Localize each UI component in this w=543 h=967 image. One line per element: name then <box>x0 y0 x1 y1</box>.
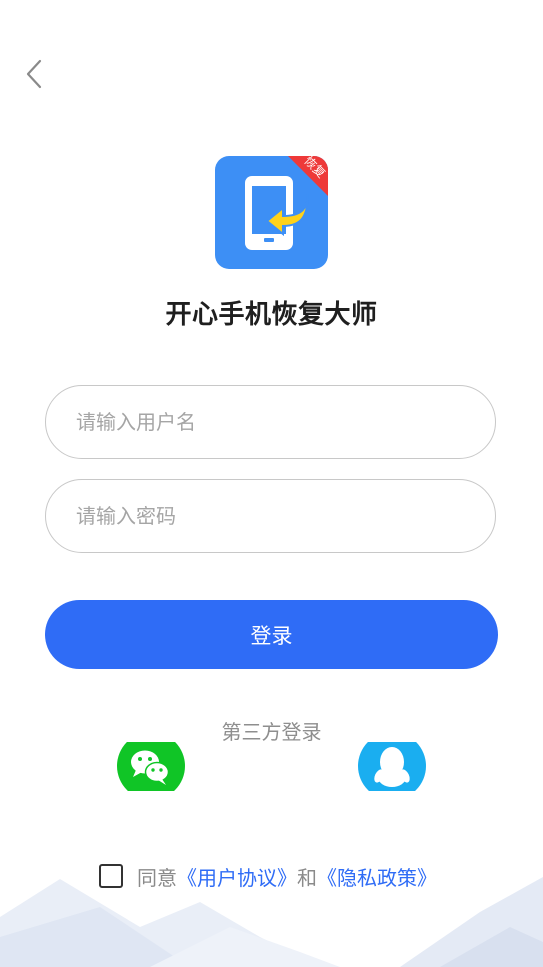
wechat-icon <box>131 750 170 785</box>
password-input[interactable] <box>76 480 466 552</box>
qq-login-button[interactable] <box>358 742 426 791</box>
wechat-login-button[interactable] <box>117 742 185 791</box>
agreement-row: 同意 《用户协议》 和 《隐私政策》 <box>99 861 437 891</box>
agree-conjunction: 和 <box>297 865 317 890</box>
phone-restore-icon: 恢复 <box>245 156 328 250</box>
password-field[interactable] <box>45 479 496 553</box>
username-input[interactable] <box>76 386 466 458</box>
user-agreement-link[interactable]: 《用户协议》 <box>177 862 297 891</box>
login-button[interactable]: 登录 <box>45 600 498 669</box>
back-button[interactable] <box>18 54 50 94</box>
third-party-login-label: 第三方登录 <box>221 720 322 744</box>
agreement-checkbox[interactable] <box>99 864 123 888</box>
app-logo: 恢复 <box>215 156 328 269</box>
username-field[interactable] <box>45 385 496 459</box>
qq-penguin-icon <box>374 747 410 787</box>
agree-prefix: 同意 <box>137 865 177 890</box>
app-title: 开心手机恢复大师 <box>165 300 378 330</box>
privacy-policy-link[interactable]: 《隐私政策》 <box>317 862 437 891</box>
chevron-left-icon <box>26 59 42 89</box>
